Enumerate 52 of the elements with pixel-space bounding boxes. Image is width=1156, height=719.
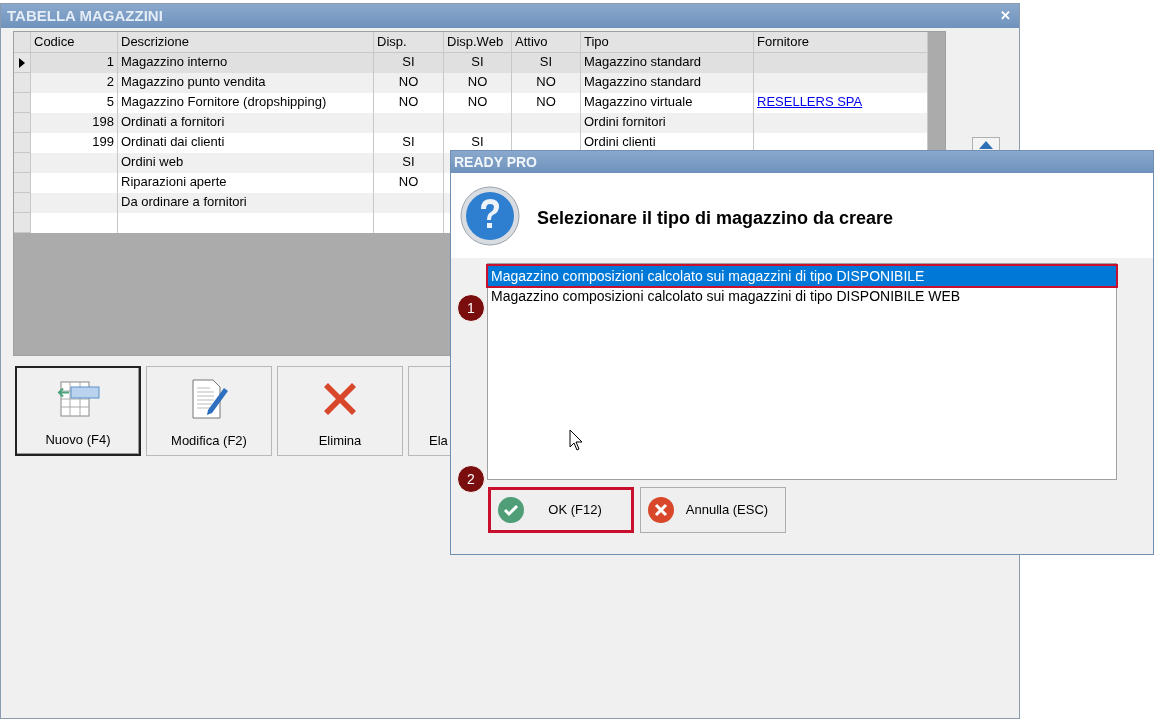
- dialog-title: READY PRO: [454, 152, 537, 172]
- table-cell: NO: [467, 94, 488, 109]
- toolbar-button[interactable]: Elimina: [277, 366, 403, 456]
- table-cell: NO: [536, 74, 556, 89]
- table-cell: Magazzino punto vendita: [121, 74, 266, 89]
- current-row-icon: [19, 57, 25, 68]
- cancel-button[interactable]: Annulla (ESC): [640, 487, 786, 533]
- table-cell: NO: [398, 174, 419, 189]
- mouse-cursor-icon: [569, 429, 585, 453]
- table-cell: NO: [467, 74, 488, 89]
- table-cell: SI: [471, 134, 484, 149]
- table-cell: SI: [402, 154, 415, 169]
- list-option[interactable]: Magazzino composizioni calcolato sui magazzini di tipo DISPONIBILE WEB: [488, 286, 1116, 306]
- table-cell: 2: [106, 74, 114, 89]
- check-icon: [497, 496, 525, 524]
- table-insert-icon: [55, 378, 101, 419]
- table-cell: 1: [106, 54, 114, 69]
- supplier-link[interactable]: RESELLERS SPA: [757, 94, 863, 109]
- table-cell: NO: [398, 74, 419, 89]
- cancel-icon: [647, 496, 675, 524]
- toolbar-button[interactable]: Modifica (F2): [146, 366, 272, 456]
- table-cell: SI: [539, 54, 553, 69]
- row-indicator[interactable]: [14, 53, 31, 73]
- table-cell: Ordinati a fornitori: [121, 114, 225, 129]
- table-cell: Ordini fornitori: [584, 114, 666, 129]
- step-badge: 1: [457, 294, 485, 322]
- table-cell: SI: [402, 54, 415, 69]
- table-cell: NO: [536, 94, 556, 109]
- table-cell: Ordini web: [121, 154, 184, 169]
- question-icon: [459, 185, 521, 247]
- ok-button[interactable]: OK (F12): [488, 487, 634, 533]
- table-cell: Da ordinare a fornitori: [121, 194, 247, 209]
- window-title: TABELLA MAGAZZINI: [7, 5, 163, 26]
- table-cell: NO: [398, 94, 419, 109]
- table-cell: Magazzino standard: [584, 54, 702, 69]
- list-option[interactable]: Magazzino composizioni calcolato sui magazzini di tipo DISPONIBILE: [488, 266, 1116, 286]
- table-cell: SI: [471, 54, 484, 69]
- table-cell: Ordinati dai clienti: [121, 134, 225, 149]
- table-cell: Ordini clienti: [584, 134, 656, 149]
- table-cell: Magazzino standard: [584, 74, 702, 89]
- table-cell: 199: [92, 134, 114, 149]
- table-cell: Magazzino Fornitore (dropshipping): [121, 94, 327, 109]
- table-cell: Magazzino virtuale: [584, 94, 693, 109]
- table-cell: 198: [92, 114, 114, 129]
- up-arrow-icon: [979, 141, 993, 149]
- toolbar-button[interactable]: Nuovo (F4): [15, 366, 141, 456]
- table-cell: Riparazioni aperte: [121, 174, 227, 189]
- step-badge: 2: [457, 465, 485, 493]
- dialog-message: Selezionare il tipo di magazzino da creare: [537, 207, 894, 230]
- table-cell: SI: [402, 134, 415, 149]
- table-cell: 5: [106, 94, 114, 109]
- table-cell: Magazzino interno: [121, 54, 228, 69]
